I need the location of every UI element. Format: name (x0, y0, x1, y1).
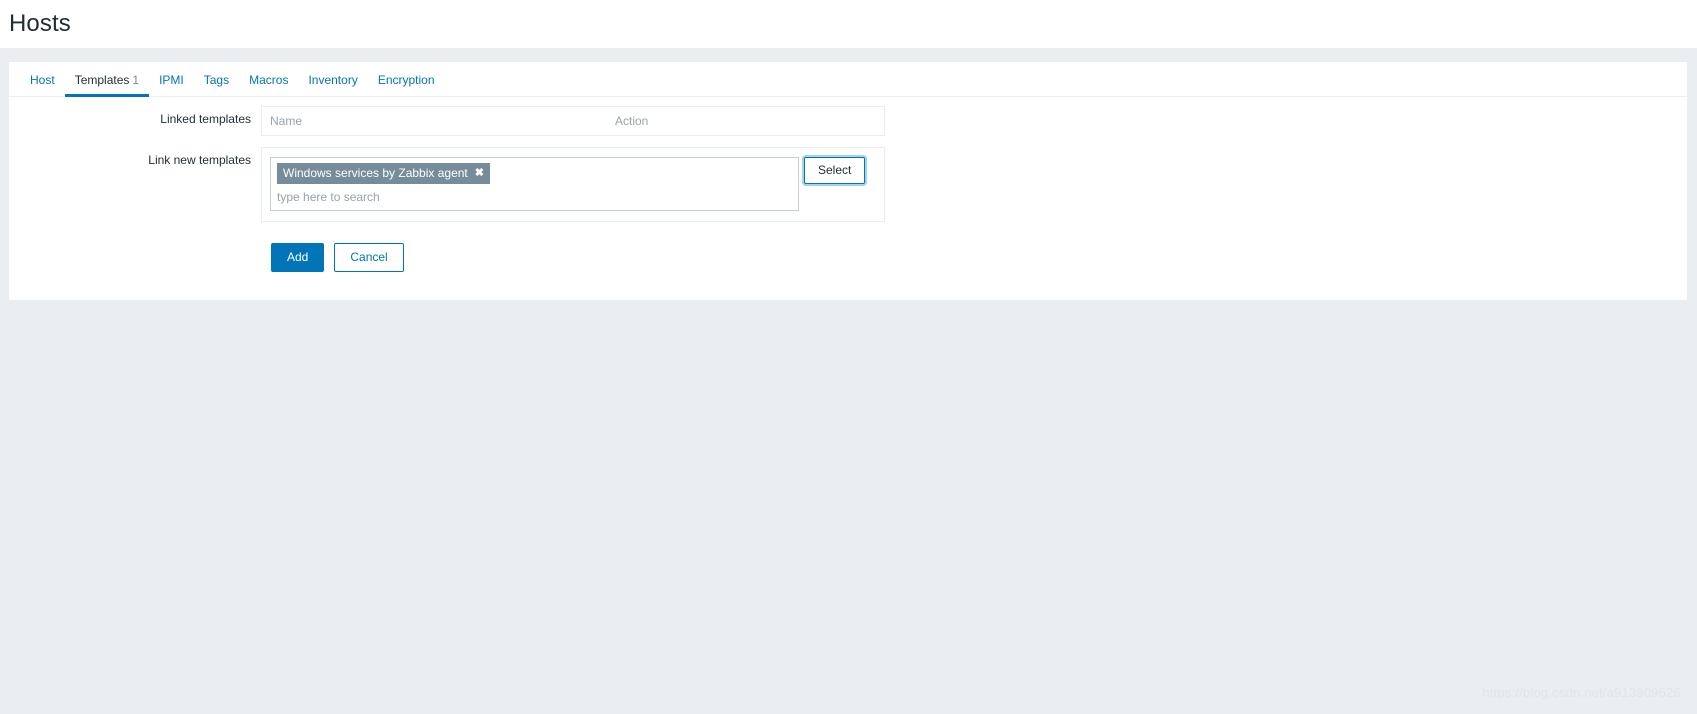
templates-multiselect[interactable]: Windows services by Zabbix agent ✖ (270, 157, 799, 211)
tab-inventory[interactable]: Inventory (298, 73, 367, 96)
tab-host-label: Host (30, 73, 55, 87)
tab-templates-label: Templates (74, 73, 130, 87)
tab-bar: Host Templates 1 IPMI Tags Macros Invento… (9, 62, 1687, 97)
templates-form: Linked templates Name Action Link new te… (9, 97, 1687, 272)
tab-host[interactable]: Host (20, 73, 65, 96)
tab-inventory-label: Inventory (308, 73, 358, 87)
template-search-input[interactable] (277, 184, 792, 210)
link-new-templates-container: Windows services by Zabbix agent ✖ Selec… (261, 147, 885, 222)
form-row-link-new-templates: Link new templates Windows services by Z… (9, 147, 1687, 222)
column-header-action: Action (615, 114, 649, 128)
selected-template-chip-label: Windows services by Zabbix agent (283, 166, 468, 180)
selected-template-chip[interactable]: Windows services by Zabbix agent ✖ (277, 163, 490, 184)
tab-macros[interactable]: Macros (239, 73, 298, 96)
linked-templates-label: Linked templates (160, 112, 251, 126)
link-new-templates-label: Link new templates (148, 153, 251, 167)
tab-tags-label: Tags (203, 73, 230, 87)
tab-macros-label: Macros (249, 73, 289, 87)
close-icon[interactable]: ✖ (475, 167, 484, 179)
link-new-templates-field: Windows services by Zabbix agent ✖ Selec… (261, 147, 885, 222)
host-edit-panel: Host Templates 1 IPMI Tags Macros Invento… (8, 62, 1688, 301)
linked-templates-field: Name Action (261, 106, 885, 136)
add-button[interactable]: Add (271, 243, 325, 272)
form-actions: Add Cancel (9, 233, 1687, 272)
page-header: Hosts (0, 0, 1697, 48)
column-header-name: Name (270, 114, 303, 128)
watermark: https://blog.csdn.net/a913909626 (1482, 685, 1681, 700)
tab-ipmi[interactable]: IPMI (149, 73, 194, 96)
tab-encryption-label: Encryption (377, 73, 435, 87)
linked-templates-table-header: Name Action (262, 107, 884, 135)
select-button[interactable]: Select (804, 157, 866, 184)
tab-ipmi-label: IPMI (159, 73, 184, 87)
tab-templates[interactable]: Templates 1 (64, 73, 150, 97)
linked-templates-table: Name Action (261, 106, 885, 136)
tab-templates-count: 1 (132, 73, 140, 87)
page-title: Hosts (9, 10, 71, 37)
form-row-linked-templates: Linked templates Name Action (9, 106, 1687, 136)
tab-tags[interactable]: Tags (194, 73, 239, 96)
cancel-button[interactable]: Cancel (334, 243, 404, 272)
tab-encryption[interactable]: Encryption (368, 73, 445, 96)
